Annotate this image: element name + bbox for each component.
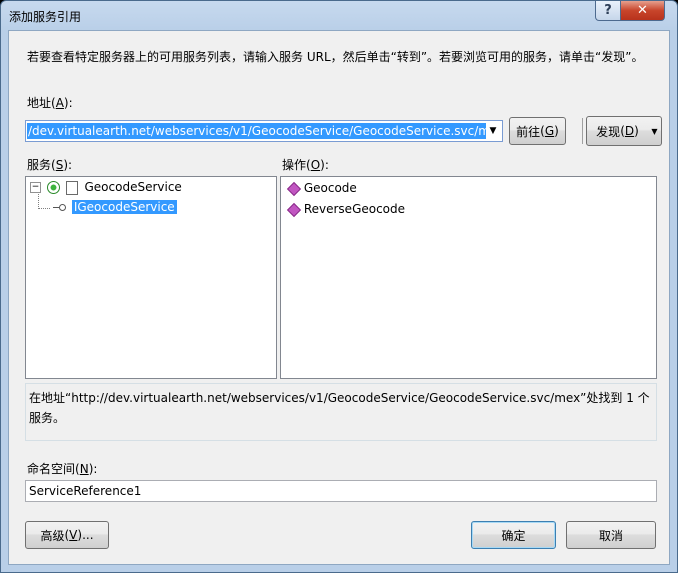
tree-line [38,208,50,210]
address-combobox[interactable]: /dev.virtualearth.net/webservices/v1/Geo… [25,120,503,142]
operation-item-reversegeocode[interactable]: ReverseGeocode [286,200,405,218]
method-icon [286,202,302,217]
address-label: 地址(A): [27,96,73,110]
tree-item-igeocodeservice[interactable]: IGeocodeService [53,198,177,216]
document-icon [65,180,78,195]
cancel-button[interactable]: 取消 [566,521,656,549]
operations-label: 操作(O): [282,158,329,172]
help-icon: ? [604,3,612,18]
close-icon: ✕ [637,3,648,18]
add-service-reference-dialog: 添加服务引用 ? ✕ 若要查看特定服务器上的可用服务列表，请输入服务 URL，然… [0,0,678,573]
discover-dropdown-icon[interactable]: ▼ [648,116,662,146]
services-label: 服务(S): [27,158,73,172]
advanced-button[interactable]: 高级(V)... [25,521,109,549]
discover-button[interactable]: 发现(D) [586,116,649,146]
namespace-input[interactable]: ServiceReference1 [25,480,657,502]
namespace-label: 命名空间(N): [27,462,98,476]
operation-item-geocode[interactable]: Geocode [286,179,357,197]
status-message: 在地址“http://dev.virtualearth.net/webservi… [25,383,657,441]
method-icon [286,181,302,196]
window-title: 添加服务引用 [9,10,82,24]
tree-item-geocodeservice[interactable]: − GeocodeService [30,178,182,196]
separator [582,118,583,144]
ok-button[interactable]: 确定 [471,521,556,549]
instructions-text: 若要查看特定服务器上的可用服务列表，请输入服务 URL，然后单击“转到”。若要浏… [27,50,644,64]
services-tree[interactable]: − GeocodeService IGeocodeService [25,176,277,379]
operations-list[interactable]: Geocode ReverseGeocode [280,176,657,379]
title-bar[interactable]: 添加服务引用 ? ✕ [1,1,677,31]
collapse-icon[interactable]: − [30,182,41,193]
dialog-body: 若要查看特定服务器上的可用服务列表，请输入服务 URL，然后单击“转到”。若要浏… [8,30,670,565]
chevron-down-icon[interactable]: ▼ [485,122,501,140]
close-button[interactable]: ✕ [620,1,665,21]
contract-icon [53,203,66,212]
help-button[interactable]: ? [595,1,621,21]
service-icon [46,181,60,194]
go-button[interactable]: 前往(G) [509,117,566,145]
address-input[interactable]: /dev.virtualearth.net/webservices/v1/Geo… [27,123,486,139]
